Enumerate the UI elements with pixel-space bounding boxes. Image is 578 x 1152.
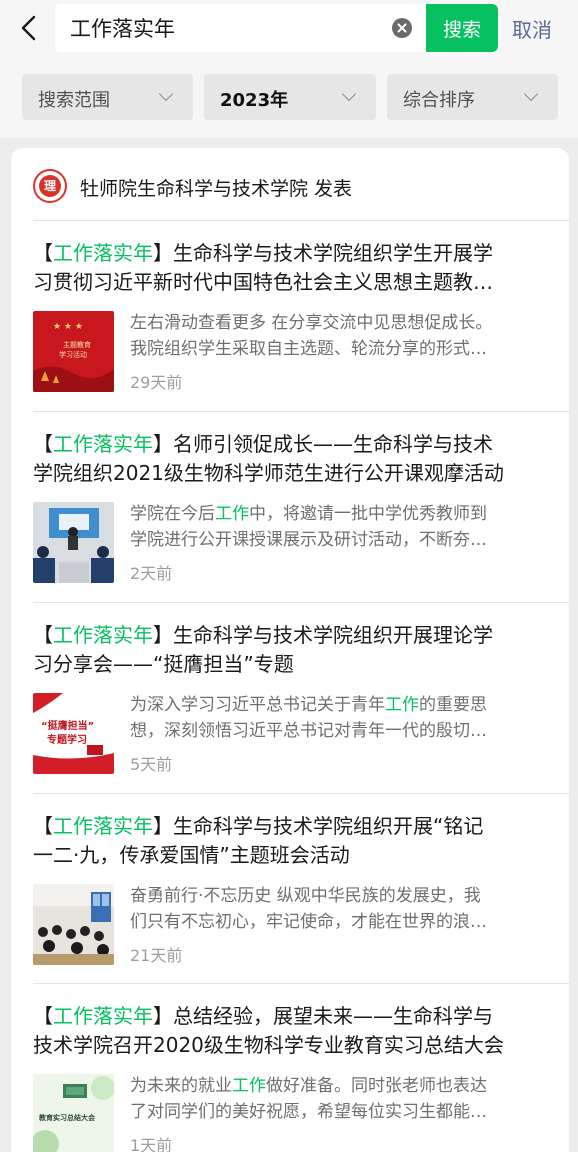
article-digest: 为未来的就业工作做好准备。同时张老师也表达 了对同学们的美好祝愿，希望每位实习生… xyxy=(130,1076,487,1122)
account-name: 牡师院生命科学与技术学院 发表 xyxy=(80,178,353,200)
svg-text:教育实习总结大会: 教育实习总结大会 xyxy=(38,1113,96,1122)
article-digest: 学院在今后工作中，将邀请一批中学优秀教师到 学院进行公开课授课展示及研讨活动，不… xyxy=(130,504,487,550)
search-header: 搜索 取消 搜索范围 2023年 综合排序 xyxy=(0,0,578,138)
chevron-down-icon xyxy=(523,86,539,102)
filter-scope[interactable]: 搜索范围 xyxy=(22,74,193,120)
search-button[interactable]: 搜索 xyxy=(426,4,498,52)
account-header[interactable]: 理 牡师院生命科学与技术学院 发表 xyxy=(11,148,569,220)
article-time: 2天前 xyxy=(130,564,173,583)
chevron-down-icon xyxy=(158,86,174,102)
svg-text:专题学习: 专题学习 xyxy=(47,733,87,746)
article-thumbnail: 教育实习总结大会 xyxy=(33,1074,114,1152)
results-card: 理 牡师院生命科学与技术学院 发表 【工作落实年】生命科学与技术学院组织学生开展… xyxy=(11,148,569,1152)
article-item[interactable]: 【工作落实年】名师引领促成长——生命科学与技术 学院组织2021级生物科学师范生… xyxy=(11,412,569,602)
svg-text:★ ★ ★: ★ ★ ★ xyxy=(53,322,83,332)
cancel-button[interactable]: 取消 xyxy=(512,14,552,43)
back-arrow-icon[interactable] xyxy=(12,10,48,46)
svg-text:“挺膺担当”: “挺膺担当” xyxy=(41,719,94,732)
svg-text:学习活动: 学习活动 xyxy=(59,350,87,359)
account-logo-icon: 理 xyxy=(33,169,67,203)
filter-year-label: 2023年 xyxy=(220,90,289,111)
article-title: 【工作落实年】生命科学与技术学院组织开展“铭记 一二·九，传承爱国情”主题班会活… xyxy=(33,814,484,867)
article-thumbnail xyxy=(33,502,114,583)
svg-text:主题教育: 主题教育 xyxy=(63,340,91,349)
article-title: 【工作落实年】名师引领促成长——生命科学与技术 学院组织2021级生物科学师范生… xyxy=(33,432,504,485)
clear-icon[interactable] xyxy=(392,18,412,38)
article-digest: 为深入学习习近平总书记关于青年工作的重要思 想，深刻领悟习近平总书记对青年一代的… xyxy=(130,695,487,741)
filter-sort[interactable]: 综合排序 xyxy=(387,74,558,120)
chevron-down-icon xyxy=(341,86,357,102)
article-time: 21天前 xyxy=(130,946,183,965)
article-item[interactable]: 【工作落实年】生命科学与技术学院组织开展理论学 习分享会——“挺膺担当”专题 “… xyxy=(11,603,569,793)
article-item[interactable]: 【工作落实年】总结经验，展望未来——生命科学与 技术学院召开2020级生物科学专… xyxy=(11,984,569,1152)
article-title: 【工作落实年】生命科学与技术学院组织开展理论学 习分享会——“挺膺担当”专题 xyxy=(33,623,493,676)
search-input[interactable] xyxy=(70,4,380,52)
filter-sort-label: 综合排序 xyxy=(403,90,475,111)
article-thumbnail xyxy=(33,884,114,965)
article-time: 29天前 xyxy=(130,373,183,392)
article-title: 【工作落实年】生命科学与技术学院组织学生开展学 习贯彻习近平新时代中国特色社会主… xyxy=(33,241,493,294)
article-item[interactable]: 【工作落实年】生命科学与技术学院组织学生开展学 习贯彻习近平新时代中国特色社会主… xyxy=(11,221,569,411)
article-title: 【工作落实年】总结经验，展望未来——生命科学与 技术学院召开2020级生物科学专… xyxy=(33,1004,504,1057)
article-item[interactable]: 【工作落实年】生命科学与技术学院组织开展“铭记 一二·九，传承爱国情”主题班会活… xyxy=(11,794,569,984)
article-thumbnail: “挺膺担当” 专题学习 xyxy=(33,693,114,774)
article-thumbnail: ★ ★ ★ 主题教育 学习活动 xyxy=(33,311,114,392)
article-time: 5天前 xyxy=(130,755,173,774)
filter-scope-label: 搜索范围 xyxy=(38,90,110,111)
article-digest: 左右滑动查看更多 在分享交流中见思想促成长。 我院组织学生采取自主选题、轮流分享… xyxy=(130,313,493,359)
article-time: 1天前 xyxy=(130,1136,173,1152)
search-box xyxy=(55,4,427,52)
article-digest: 奋勇前行·不忘历史 纵观中华民族的发展史，我 们只有不忘初心，牢记使命，才能在世… xyxy=(130,886,487,932)
filter-year[interactable]: 2023年 xyxy=(204,74,376,120)
